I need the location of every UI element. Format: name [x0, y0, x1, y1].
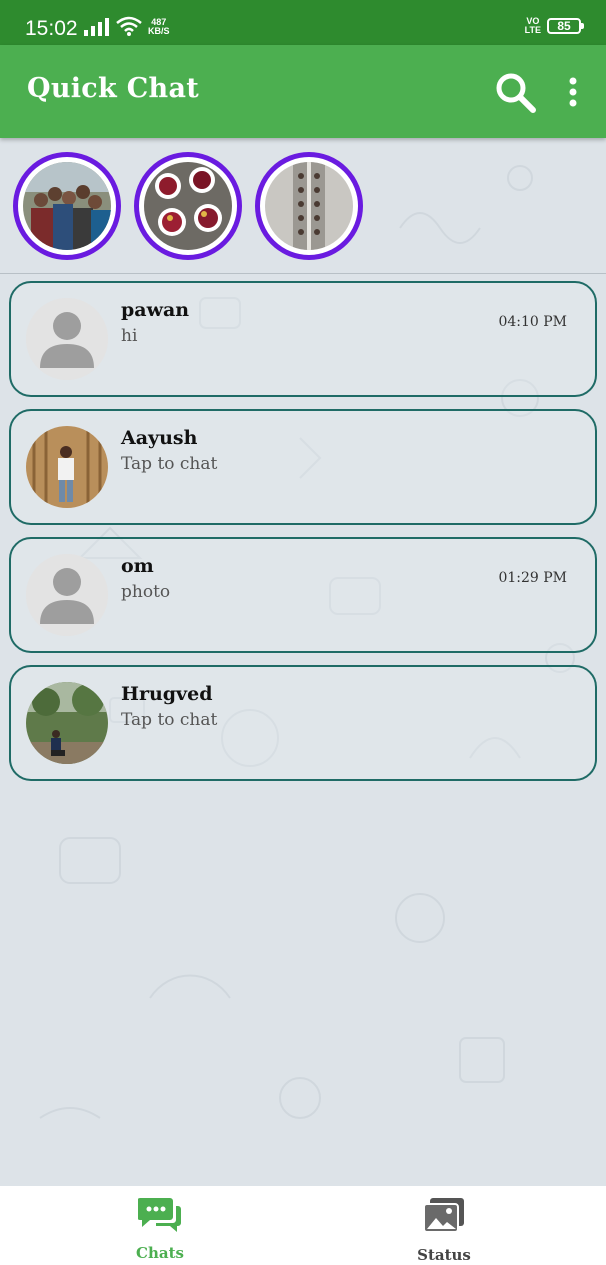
chat-item-hrugved[interactable]: Hrugved Tap to chat [9, 665, 597, 781]
chat-item-aayush[interactable]: Aayush Tap to chat [9, 409, 597, 525]
screen: 15:02 487 KB/S VO LTE 85 Quick Chat pawa… [0, 0, 606, 1265]
nav-status-label: Status [417, 1246, 471, 1264]
chat-list: pawan hi 04:10 PM Aayush Tap to chat om … [9, 281, 597, 793]
story-2[interactable] [134, 152, 242, 260]
battery-icon: 85 [547, 18, 584, 34]
default-avatar-icon [26, 554, 108, 636]
chat-name: pawan [121, 299, 190, 321]
nav-chats-label: Chats [136, 1244, 184, 1262]
status-icons: 487 KB/S [84, 16, 170, 36]
battery-level: 85 [557, 19, 571, 33]
volte-indicator: VO LTE [525, 17, 541, 35]
status-bar: 15:02 487 KB/S VO LTE 85 [0, 0, 606, 45]
app-actions [494, 71, 578, 113]
app-title: Quick Chat [27, 73, 200, 104]
chat-time: 01:29 PM [498, 570, 567, 586]
status-right: VO LTE 85 [525, 17, 584, 35]
story-2-image [144, 162, 232, 250]
story-1-image [23, 162, 111, 250]
chat-last-message: hi [121, 326, 138, 346]
chat-last-message: photo [121, 582, 171, 602]
chat-name: om [121, 555, 154, 577]
wifi-icon [116, 16, 142, 36]
net-speed-unit: KB/S [148, 26, 170, 36]
status-time: 15:02 [25, 17, 78, 40]
story-1[interactable] [13, 152, 121, 260]
story-3-image [265, 162, 353, 250]
chat-last-message: Tap to chat [121, 454, 218, 474]
signal-icon [84, 18, 109, 36]
chat-item-pawan[interactable]: pawan hi 04:10 PM [9, 281, 597, 397]
chat-time: 04:10 PM [498, 314, 567, 330]
chat-item-om[interactable]: om photo 01:29 PM [9, 537, 597, 653]
chats-icon [137, 1198, 181, 1232]
bottom-nav: Chats Status [0, 1186, 606, 1265]
chat-last-message: Tap to chat [121, 710, 218, 730]
avatar [26, 682, 108, 764]
search-icon[interactable] [494, 71, 536, 113]
stories-row [0, 138, 606, 274]
story-3[interactable] [255, 152, 363, 260]
chat-name: Aayush [121, 427, 198, 449]
app-bar: Quick Chat [0, 45, 606, 138]
nav-chats[interactable]: Chats [100, 1196, 220, 1262]
gallery-icon [423, 1198, 464, 1233]
nav-status[interactable]: Status [384, 1196, 504, 1264]
volte-bottom: LTE [524, 25, 541, 35]
net-speed: 487 KB/S [148, 18, 170, 36]
avatar [26, 426, 108, 508]
default-avatar-icon [26, 298, 108, 380]
more-vert-icon[interactable] [568, 77, 578, 107]
stories-divider [0, 273, 606, 274]
chat-name: Hrugved [121, 683, 213, 705]
